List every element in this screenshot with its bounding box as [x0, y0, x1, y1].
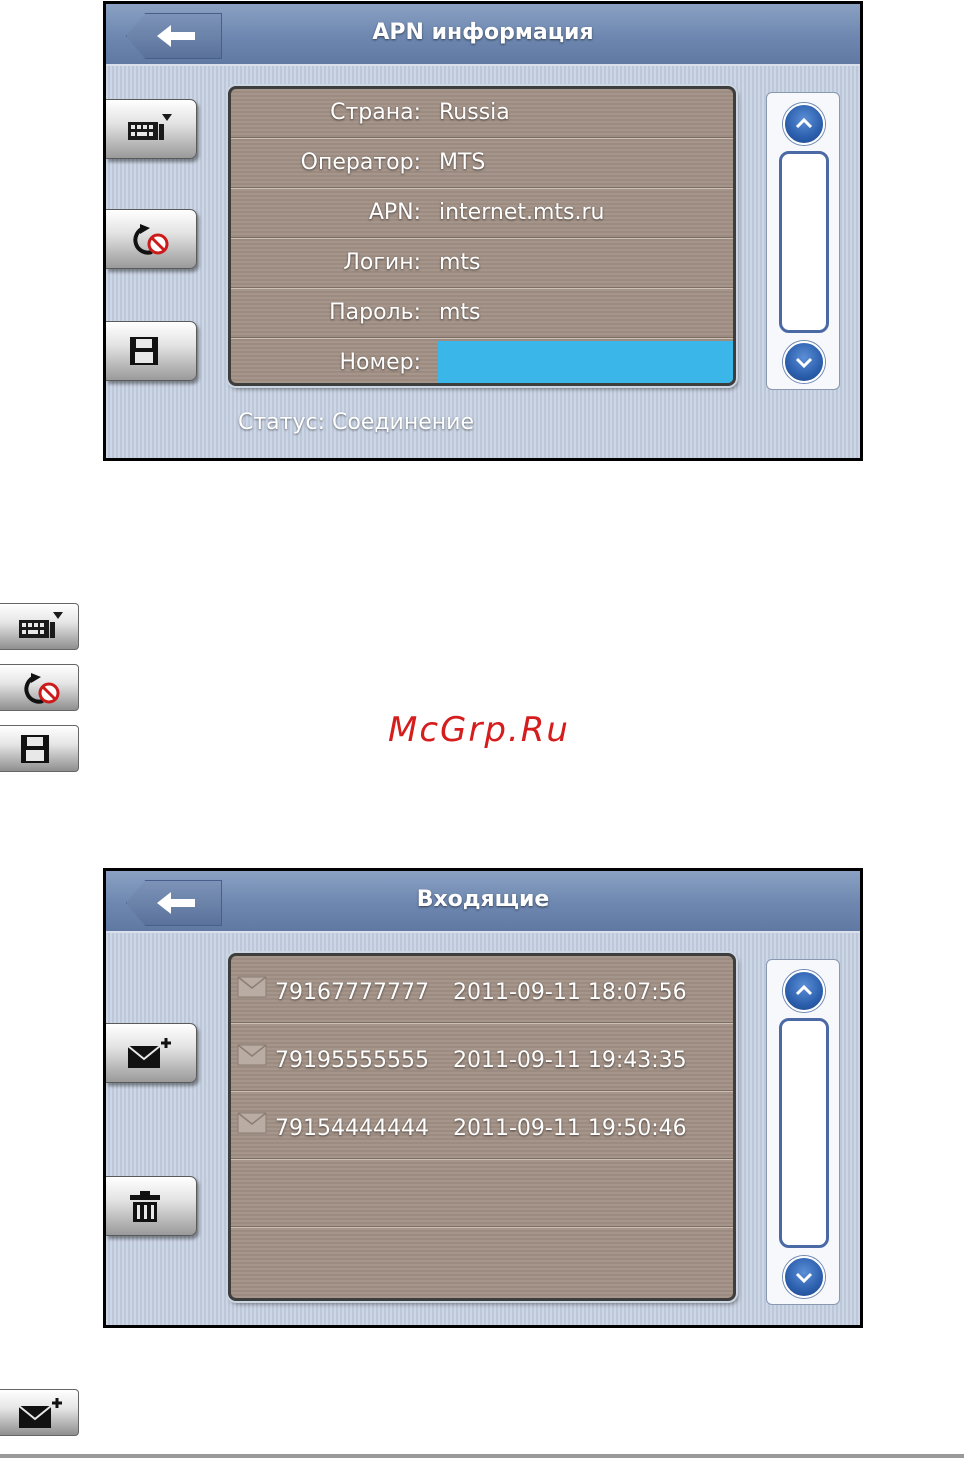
message-sender: 79154444444 — [275, 1116, 429, 1141]
scroll-up-button[interactable] — [783, 103, 825, 145]
scroll-down-button[interactable] — [783, 341, 825, 383]
row-label: Логин: — [343, 250, 421, 275]
message-datetime: 2011-09-11 19:43:35 — [453, 1048, 687, 1073]
message-sender: 79167777777 — [275, 980, 429, 1005]
legend-save — [0, 725, 79, 772]
list-item[interactable]: 79154444444 2011-09-11 19:50:46 — [231, 1092, 733, 1160]
status-text: Статус: Соединение — [238, 410, 474, 435]
scroll-down-button[interactable] — [783, 1256, 825, 1298]
list-item-empty — [231, 1160, 733, 1228]
row-value[interactable]: internet.mts.ru — [439, 200, 604, 225]
delete-button[interactable] — [106, 1176, 197, 1236]
connect-cancel-icon — [24, 673, 60, 704]
title-bar: APN информация — [106, 4, 860, 66]
apn-row-operator: Оператор: MTS — [231, 139, 733, 189]
inbox-list: 79167777777 2011-09-11 18:07:56 79195555… — [228, 953, 736, 1301]
apn-row-apn: APN: internet.mts.ru — [231, 189, 733, 239]
chevron-up-icon — [795, 117, 813, 129]
watermark: McGrp.Ru — [388, 710, 570, 750]
connect-cancel-button[interactable] — [106, 209, 197, 269]
page-divider — [0, 1454, 964, 1458]
save-icon — [130, 337, 158, 365]
row-label: Страна: — [330, 100, 421, 125]
row-label: Оператор: — [300, 150, 421, 175]
list-item[interactable]: 79195555555 2011-09-11 19:43:35 — [231, 1024, 733, 1092]
page-title: Входящие — [416, 887, 550, 912]
row-value[interactable]: mts — [439, 250, 481, 275]
keyboard-icon — [19, 612, 63, 638]
list-item-empty — [231, 1228, 733, 1295]
apn-info-screen: APN информация Страна: Russia Оператор: … — [103, 1, 863, 461]
row-label: Номер: — [339, 350, 421, 375]
chevron-down-icon — [795, 357, 813, 369]
apn-row-password: Пароль: mts — [231, 289, 733, 339]
scrollbar[interactable] — [766, 92, 840, 390]
row-label: Пароль: — [329, 300, 421, 325]
list-item[interactable]: 79167777777 2011-09-11 18:07:56 — [231, 956, 733, 1024]
legend-new-message — [0, 1389, 79, 1436]
scroll-up-button[interactable] — [783, 970, 825, 1012]
page-title: APN информация — [372, 20, 594, 45]
save-icon — [21, 735, 49, 763]
new-message-button[interactable] — [106, 1023, 197, 1083]
row-value[interactable]: mts — [439, 300, 481, 325]
trash-icon — [130, 1191, 160, 1222]
legend-connect-cancel — [0, 664, 79, 711]
keyboard-button[interactable] — [106, 99, 197, 159]
envelope-icon — [237, 1112, 267, 1134]
title-bar: Входящие — [106, 871, 860, 933]
save-button[interactable] — [106, 321, 197, 381]
new-message-icon — [127, 1038, 171, 1068]
message-datetime: 2011-09-11 18:07:56 — [453, 980, 687, 1005]
row-value[interactable]: MTS — [439, 150, 485, 175]
message-datetime: 2011-09-11 19:50:46 — [453, 1116, 687, 1141]
envelope-icon — [237, 976, 267, 998]
row-label: APN: — [368, 200, 421, 225]
chevron-down-icon — [795, 1272, 813, 1284]
row-value[interactable]: Russia — [439, 100, 510, 125]
keyboard-icon — [128, 114, 172, 140]
connect-cancel-icon — [133, 224, 169, 255]
chevron-up-icon — [795, 984, 813, 996]
legend-keyboard — [0, 603, 79, 650]
scroll-track[interactable] — [779, 1018, 829, 1248]
number-input[interactable] — [438, 341, 733, 383]
apn-details-panel: Страна: Russia Оператор: MTS APN: intern… — [228, 86, 736, 386]
apn-row-number: Номер: — [231, 339, 733, 383]
apn-row-login: Логин: mts — [231, 239, 733, 289]
new-message-icon — [18, 1398, 62, 1428]
scrollbar[interactable] — [766, 959, 840, 1305]
envelope-icon — [237, 1044, 267, 1066]
inbox-screen: Входящие 79167777777 2011-09-11 18:07:56… — [103, 868, 863, 1328]
scroll-track[interactable] — [779, 151, 829, 333]
apn-row-country: Страна: Russia — [231, 89, 733, 139]
message-sender: 79195555555 — [275, 1048, 429, 1073]
